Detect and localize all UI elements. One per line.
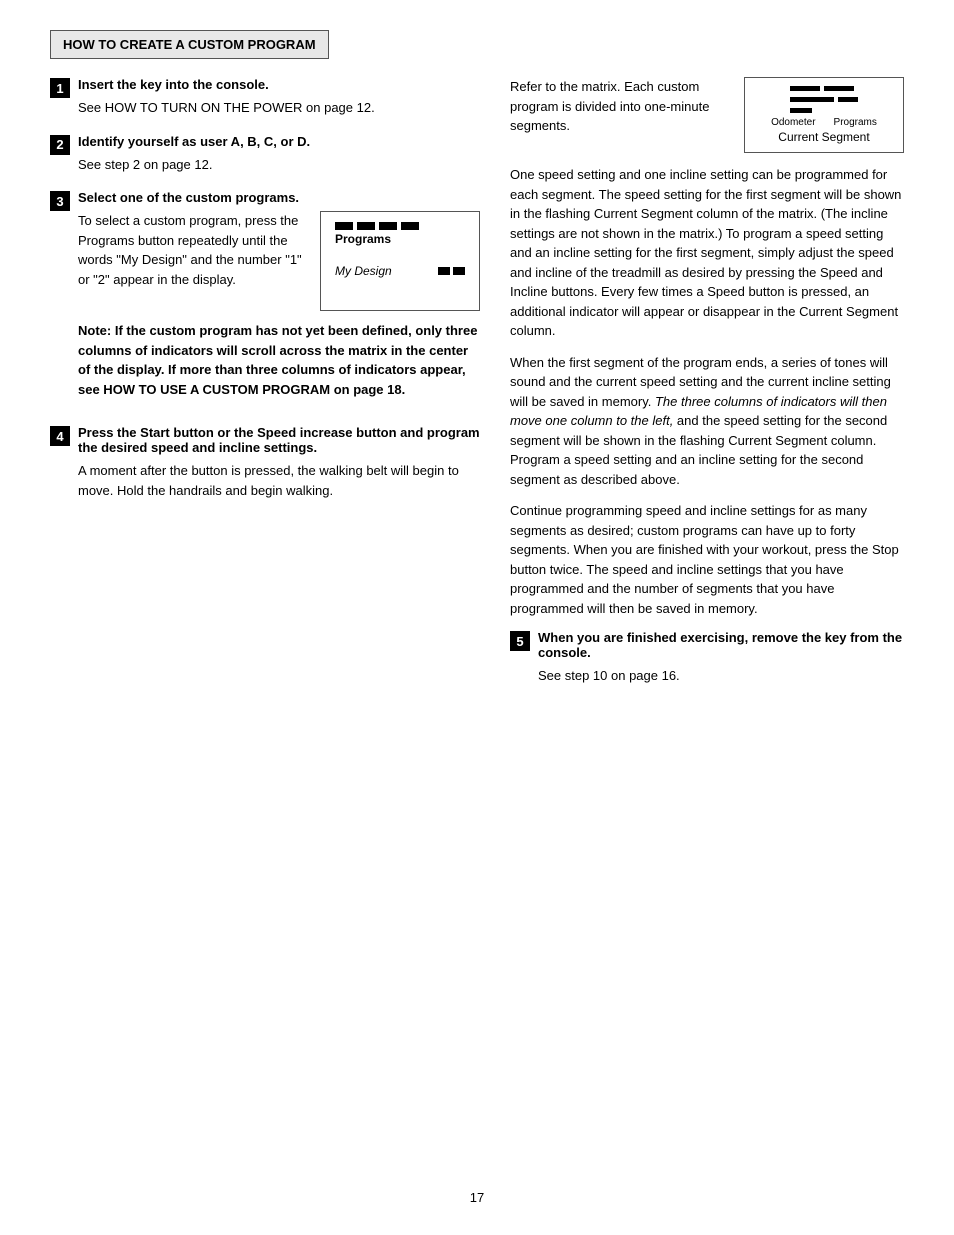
page-title: HOW TO CREATE A CUSTOM PROGRAM	[63, 37, 316, 52]
prog-indicators	[335, 222, 465, 230]
step-1-body: See HOW TO TURN ON THE POWER on page 12.	[78, 98, 480, 118]
step-5-body: See step 10 on page 16.	[538, 666, 904, 686]
program-display-box: Programs My Design	[320, 211, 480, 311]
step-2-title: Identify yourself as user A, B, C, or D.	[78, 134, 480, 149]
page-number: 17	[0, 1190, 954, 1205]
matrix-label-odometer: Odometer	[771, 117, 815, 128]
matrix-top-row	[790, 86, 858, 113]
step-1-title: Insert the key into the console.	[78, 77, 480, 92]
title-box: HOW TO CREATE A CUSTOM PROGRAM	[50, 30, 329, 59]
step-3-title: Select one of the custom programs.	[78, 190, 480, 205]
right-para-1: One speed setting and one incline settin…	[510, 165, 904, 341]
mydesign-dots	[438, 267, 465, 275]
step-5-number: 5	[510, 631, 530, 651]
mydesign-label: My Design	[335, 264, 392, 278]
matrix-line-2	[824, 86, 854, 91]
matrix-lines-mid	[790, 97, 858, 102]
right-intro-text: Refer to the matrix. Each custom program…	[510, 77, 728, 153]
right-top: Refer to the matrix. Each custom program…	[510, 77, 904, 153]
step-5-title: When you are finished exercising, remove…	[538, 630, 904, 660]
prog-bar-1	[335, 222, 353, 230]
mydesign-row: My Design	[335, 264, 465, 278]
step-4-title: Press the Start button or the Speed incr…	[78, 425, 480, 455]
prog-bar-2	[357, 222, 375, 230]
step-3-content: Select one of the custom programs. To se…	[78, 190, 480, 409]
step-2: 2 Identify yourself as user A, B, C, or …	[50, 134, 480, 175]
step-1-content: Insert the key into the console. See HOW…	[78, 77, 480, 118]
mydesign-dot-1	[438, 267, 450, 275]
step-4-body: A moment after the button is pressed, th…	[78, 461, 480, 500]
matrix-line-4	[838, 97, 858, 102]
left-column: 1 Insert the key into the console. See H…	[50, 77, 480, 702]
step-3-inner: To select a custom program, press the Pr…	[78, 211, 480, 311]
step-4: 4 Press the Start button or the Speed in…	[50, 425, 480, 500]
step-4-content: Press the Start button or the Speed incr…	[78, 425, 480, 500]
two-column-layout: 1 Insert the key into the console. See H…	[50, 77, 904, 702]
step-3: 3 Select one of the custom programs. To …	[50, 190, 480, 409]
step-4-number: 4	[50, 426, 70, 446]
right-para-3: Continue programming speed and incline s…	[510, 501, 904, 618]
right-para-2: When the first segment of the program en…	[510, 353, 904, 490]
right-column: Refer to the matrix. Each custom program…	[510, 77, 904, 702]
step-1: 1 Insert the key into the console. See H…	[50, 77, 480, 118]
prog-bar-3	[379, 222, 397, 230]
step-2-number: 2	[50, 135, 70, 155]
step-1-number: 1	[50, 78, 70, 98]
matrix-label-programs: Programs	[834, 117, 877, 128]
matrix-line-3	[790, 97, 834, 102]
step-2-content: Identify yourself as user A, B, C, or D.…	[78, 134, 480, 175]
programs-label: Programs	[335, 232, 465, 246]
step-2-body: See step 2 on page 12.	[78, 155, 480, 175]
matrix-icon-group	[790, 86, 858, 113]
matrix-lines-bot	[790, 108, 812, 113]
step-3-body: To select a custom program, press the Pr…	[78, 211, 308, 311]
prog-indicators-row: Programs	[335, 222, 465, 246]
step-3-number: 3	[50, 191, 70, 211]
step-5-content: When you are finished exercising, remove…	[538, 630, 904, 686]
matrix-line-1	[790, 86, 820, 91]
page: HOW TO CREATE A CUSTOM PROGRAM 1 Insert …	[0, 0, 954, 1235]
step-3-note: Note: If the custom program has not yet …	[78, 321, 480, 399]
matrix-caption: Current Segment	[778, 130, 869, 144]
matrix-line-5	[790, 108, 812, 113]
step-5: 5 When you are finished exercising, remo…	[510, 630, 904, 686]
matrix-box: Odometer Programs Current Segment	[744, 77, 904, 153]
mydesign-dot-2	[453, 267, 465, 275]
matrix-labels: Odometer Programs	[771, 117, 877, 128]
prog-bar-4	[401, 222, 419, 230]
matrix-lines-top	[790, 86, 854, 91]
step-3-body-text: To select a custom program, press the Pr…	[78, 213, 302, 287]
